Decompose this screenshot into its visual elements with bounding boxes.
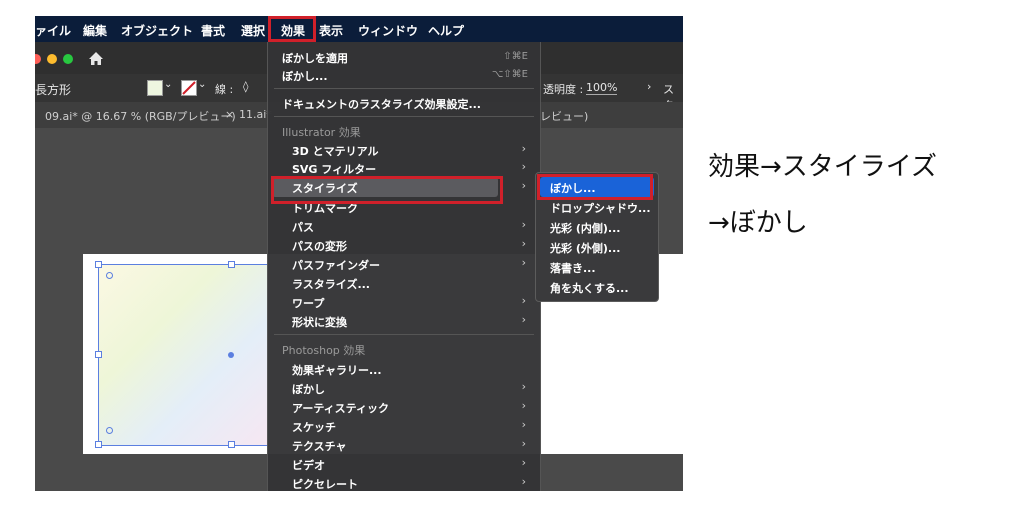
chevron-right-icon: › bbox=[521, 313, 526, 326]
chevron-right-icon: › bbox=[521, 160, 526, 173]
selected-rectangle[interactable] bbox=[98, 264, 268, 446]
resize-handle[interactable] bbox=[95, 261, 102, 268]
fill-swatch[interactable] bbox=[147, 80, 163, 96]
menu-type[interactable]: 書式 bbox=[201, 22, 225, 39]
menu-item-effect-gallery[interactable]: 効果ギャラリー... bbox=[292, 362, 382, 378]
menu-item-document-raster-settings[interactable]: ドキュメントのラスタライズ効果設定... bbox=[282, 96, 481, 112]
chevron-down-icon[interactable]: ⌄ bbox=[198, 79, 206, 90]
submenu-item-scribble[interactable]: 落書き... bbox=[550, 260, 596, 276]
submenu-item-round-corners[interactable]: 角を丸くする... bbox=[550, 280, 629, 296]
menu-object[interactable]: オブジェクト bbox=[121, 22, 193, 39]
menu-item-sketch[interactable]: スケッチ bbox=[292, 419, 336, 435]
highlight-stylize bbox=[271, 176, 503, 204]
highlight-feather bbox=[537, 174, 653, 200]
illustrator-screenshot: ァイル 編集 オブジェクト 書式 選択 効果 表示 ウィンドウ ヘルプ 長方形 … bbox=[35, 16, 683, 491]
menu-edit[interactable]: 編集 bbox=[83, 22, 107, 39]
chevron-right-icon: › bbox=[521, 142, 526, 155]
menu-item-svg-filter[interactable]: SVG フィルター bbox=[292, 161, 376, 177]
resize-handle[interactable] bbox=[95, 351, 102, 358]
menu-item-rasterize[interactable]: ラスタライズ... bbox=[292, 276, 370, 292]
highlight-effect-menu bbox=[268, 16, 316, 42]
menu-separator bbox=[274, 88, 534, 89]
stroke-swatch[interactable] bbox=[181, 80, 197, 96]
menu-item-pathfinder[interactable]: パスファインダー bbox=[292, 257, 380, 273]
close-icon[interactable]: × bbox=[225, 108, 234, 121]
menu-separator bbox=[274, 334, 534, 335]
menu-bar: ァイル 編集 オブジェクト 書式 選択 効果 表示 ウィンドウ ヘルプ bbox=[35, 16, 683, 42]
chevron-right-icon[interactable]: › bbox=[647, 80, 651, 93]
resize-handle[interactable] bbox=[228, 261, 235, 268]
menu-item-warp[interactable]: ワープ bbox=[292, 295, 324, 311]
chevron-right-icon: › bbox=[521, 256, 526, 269]
menu-item-convert-to-shape[interactable]: 形状に変換 bbox=[292, 314, 347, 330]
corner-widget[interactable] bbox=[106, 427, 113, 434]
no-stroke-icon bbox=[182, 81, 196, 95]
menu-view[interactable]: 表示 bbox=[319, 22, 343, 39]
submenu-item-outer-glow[interactable]: 光彩 (外側)... bbox=[550, 240, 620, 256]
tab-09[interactable]: 09.ai* @ 16.67 % (RGB/プレビュー) bbox=[45, 108, 236, 124]
shortcut-blur-dialog: ⌥⇧⌘E bbox=[491, 69, 528, 80]
tab-other[interactable]: レビュー) bbox=[540, 108, 588, 124]
chevron-right-icon: › bbox=[521, 294, 526, 307]
menu-select[interactable]: 選択 bbox=[241, 22, 265, 39]
submenu-item-inner-glow[interactable]: 光彩 (内側)... bbox=[550, 220, 620, 236]
photoshop-effects-header: Photoshop 効果 bbox=[282, 344, 366, 357]
chevron-down-icon[interactable]: ⌄ bbox=[164, 79, 172, 90]
menu-item-pixelate[interactable]: ピクセレート bbox=[292, 476, 358, 491]
chevron-right-icon: › bbox=[521, 456, 526, 469]
menu-item-blur-dialog[interactable]: ぼかし... bbox=[282, 68, 328, 84]
chevron-right-icon: › bbox=[521, 437, 526, 450]
menu-item-apply-blur[interactable]: ぼかしを適用 bbox=[282, 50, 348, 66]
corner-widget[interactable] bbox=[106, 272, 113, 279]
menu-help[interactable]: ヘルプ bbox=[428, 22, 464, 39]
chevron-right-icon: › bbox=[521, 179, 526, 192]
chevron-right-icon: › bbox=[521, 237, 526, 250]
opacity-label: 透明度 : bbox=[543, 83, 584, 96]
opacity-value[interactable]: 100% bbox=[586, 81, 618, 95]
menu-item-ps-blur[interactable]: ぼかし bbox=[292, 381, 325, 397]
menu-item-texture[interactable]: テクスチャ bbox=[292, 438, 347, 454]
menu-item-artistic[interactable]: アーティスティック bbox=[292, 400, 389, 416]
caption-line-1: 効果→スタイライズ bbox=[708, 152, 938, 182]
menu-separator bbox=[274, 116, 534, 117]
chevron-right-icon: › bbox=[521, 380, 526, 393]
chevron-right-icon: › bbox=[521, 399, 526, 412]
chevron-right-icon: › bbox=[521, 418, 526, 431]
effect-menu: ぼかしを適用 ⇧⌘E ぼかし... ⌥⇧⌘E ドキュメントのラスタライズ効果設定… bbox=[267, 42, 541, 491]
resize-handle[interactable] bbox=[95, 441, 102, 448]
close-window-button[interactable] bbox=[35, 54, 41, 64]
menu-item-distort-transform[interactable]: パスの変形 bbox=[292, 238, 347, 254]
stroke-stepper[interactable]: ◊ bbox=[243, 80, 248, 93]
minimize-window-button[interactable] bbox=[47, 54, 57, 64]
chevron-right-icon: › bbox=[521, 218, 526, 231]
stroke-label: 線 : bbox=[215, 83, 234, 96]
illustrator-effects-header: Illustrator 効果 bbox=[282, 126, 361, 139]
zoom-window-button[interactable] bbox=[63, 54, 73, 64]
shortcut-apply-blur: ⇧⌘E bbox=[503, 51, 528, 62]
menu-item-3d-materials[interactable]: 3D とマテリアル bbox=[292, 143, 379, 159]
shape-label: 長方形 bbox=[35, 83, 72, 97]
home-icon[interactable] bbox=[88, 51, 104, 66]
submenu-item-drop-shadow[interactable]: ドロップシャドウ... bbox=[550, 200, 651, 216]
caption-line-2: →ぼかし bbox=[708, 208, 808, 238]
resize-handle[interactable] bbox=[228, 441, 235, 448]
menu-item-path[interactable]: パス bbox=[292, 219, 314, 235]
menu-window[interactable]: ウィンドウ bbox=[358, 22, 418, 39]
menu-item-video[interactable]: ビデオ bbox=[292, 457, 325, 473]
chevron-right-icon: › bbox=[521, 475, 526, 488]
center-point[interactable] bbox=[228, 352, 234, 358]
menu-file[interactable]: ァイル bbox=[35, 22, 71, 39]
